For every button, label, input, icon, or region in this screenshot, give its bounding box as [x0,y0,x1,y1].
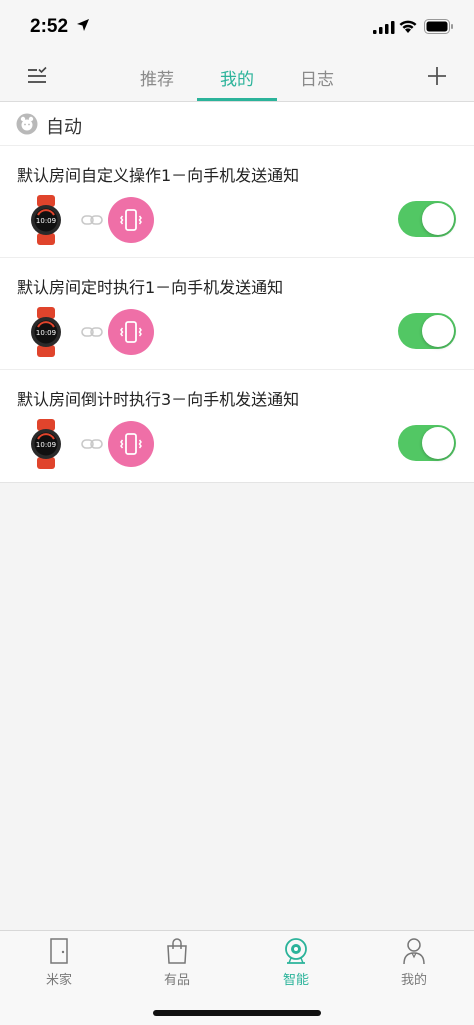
automation-section: 自动 默认房间自定义操作1－向手机发送通知 10:09 默认房间定时执行1－向手… [0,102,474,483]
phone-vibrate-icon [108,421,154,467]
tab-smart[interactable]: 智能 [256,937,336,988]
rule-enable-toggle[interactable] [398,201,456,237]
wifi-icon [399,20,417,33]
rule-enable-toggle[interactable] [398,425,456,461]
watch-icon: 10:09 [31,195,61,245]
section-header: 自动 [0,102,474,146]
automation-rule[interactable]: 默认房间自定义操作1－向手机发送通知 10:09 [0,146,474,258]
tab-log[interactable]: 日志 [277,65,357,90]
link-icon [81,327,103,337]
top-navigation: 推荐 我的 日志 [0,52,474,102]
person-icon [403,938,425,965]
svg-text:10:09: 10:09 [36,441,56,449]
automation-rule[interactable]: 默认房间定时执行1－向手机发送通知 10:09 [0,258,474,370]
status-time: 2:52 [30,16,69,37]
status-bar: 2:52 [0,0,474,52]
home-indicator[interactable] [153,1010,321,1016]
tab-profile[interactable]: 我的 [374,937,454,988]
link-icon [81,215,103,225]
tab-label: 智能 [282,973,309,988]
link-icon [81,439,103,449]
tab-mijia[interactable]: 米家 [19,937,99,988]
section-title: 自动 [46,117,82,138]
add-icon[interactable] [426,65,448,87]
tab-youpin[interactable]: 有品 [137,937,217,988]
rule-title: 默认房间倒计时执行3－向手机发送通知 [17,390,300,409]
watch-icon: 10:09 [31,307,61,357]
door-icon [50,938,68,964]
watch-icon: 10:09 [31,419,61,469]
smart-icon [285,938,307,964]
phone-vibrate-icon [108,309,154,355]
tab-label: 我的 [400,973,427,988]
rule-enable-toggle[interactable] [398,313,456,349]
menu-list-icon[interactable] [26,66,48,86]
tab-label: 有品 [163,973,190,988]
phone-vibrate-icon [108,197,154,243]
tab-label: 米家 [45,973,72,988]
battery-icon [424,19,453,34]
tab-recommended[interactable]: 推荐 [117,65,197,90]
rule-title: 默认房间自定义操作1－向手机发送通知 [17,166,300,185]
automation-rule[interactable]: 默认房间倒计时执行3－向手机发送通知 10:09 [0,370,474,482]
cellular-signal-icon [373,21,395,34]
active-tab-indicator [197,98,277,101]
svg-text:10:09: 10:09 [36,329,56,337]
tab-mine[interactable]: 我的 [197,65,277,90]
location-arrow-icon [77,19,89,31]
svg-text:10:09: 10:09 [36,217,56,225]
rule-title: 默认房间定时执行1－向手机发送通知 [17,278,284,297]
automation-icon [16,113,38,135]
bag-icon [167,938,187,964]
